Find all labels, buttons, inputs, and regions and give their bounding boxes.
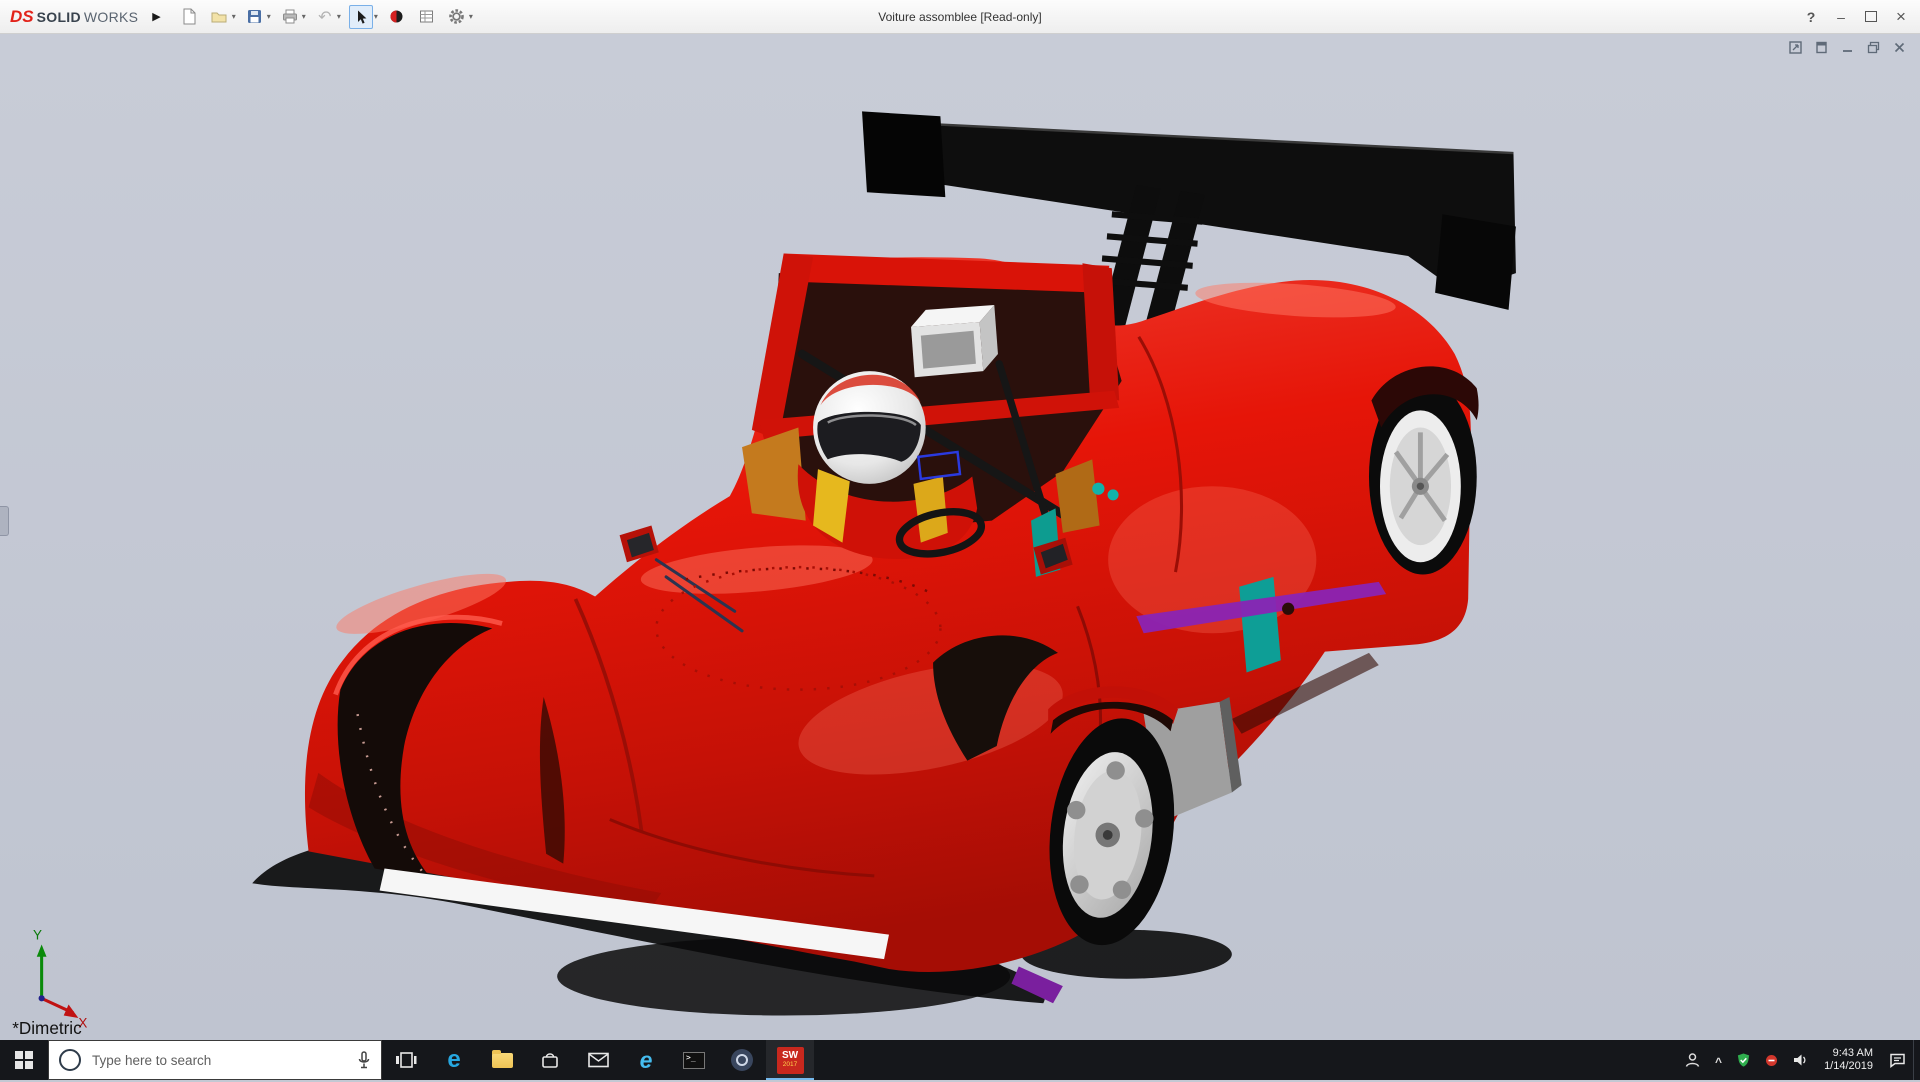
- internet-explorer-icon: e: [639, 1047, 653, 1073]
- pin-window-icon[interactable]: [1814, 40, 1828, 54]
- doc-close-icon[interactable]: [1892, 40, 1906, 54]
- maximize-icon: [1865, 11, 1877, 22]
- document-window-controls: [1788, 40, 1906, 54]
- panel-splitter-handle[interactable]: [0, 506, 9, 537]
- generic-app-icon: [731, 1049, 753, 1071]
- edge-icon: e: [447, 1046, 461, 1073]
- cortana-icon[interactable]: [59, 1049, 81, 1071]
- close-button[interactable]: ×: [1886, 4, 1916, 30]
- solidworks-logo: DS SOLID WORKS: [0, 7, 144, 27]
- open-document-tool[interactable]: ▾: [209, 6, 236, 28]
- taskbar-search-box[interactable]: [48, 1040, 382, 1080]
- save-floppy-icon[interactable]: [244, 6, 266, 28]
- select-dropdown-caret-icon[interactable]: ▾: [374, 12, 378, 21]
- mail-icon: [587, 1052, 609, 1068]
- teal-side-panel: [1239, 576, 1281, 673]
- document-title: Voiture assomblee [Read-only]: [878, 9, 1042, 24]
- sphere-tool[interactable]: [386, 6, 408, 28]
- show-desktop-button[interactable]: [1913, 1040, 1920, 1080]
- security-tray-button[interactable]: [1729, 1040, 1758, 1080]
- windows-taskbar: e e >_ SW 2017 ^ 9: [0, 1040, 1920, 1080]
- title-bar: DS SOLID WORKS ▶ ▾ ▾ ▾ ↶ ▾ ▾ ▾ Voiture a…: [0, 0, 1920, 34]
- open-dropdown-caret-icon[interactable]: ▾: [232, 12, 236, 21]
- action-center-icon: [1890, 1053, 1905, 1068]
- start-button[interactable]: [0, 1040, 48, 1080]
- edge-browser-button[interactable]: e: [430, 1040, 478, 1080]
- rear-right-wheel: [1368, 366, 1479, 575]
- maximize-button[interactable]: [1856, 4, 1886, 30]
- doc-minimize-icon[interactable]: [1840, 40, 1854, 54]
- save-dropdown-caret-icon[interactable]: ▾: [267, 12, 271, 21]
- action-center-button[interactable]: [1882, 1040, 1913, 1080]
- print-dropdown-caret-icon[interactable]: ▾: [302, 12, 306, 21]
- gear-icon[interactable]: [446, 6, 468, 28]
- solidworks-app-icon: SW 2017: [776, 1046, 804, 1074]
- undo-dropdown-caret-icon[interactable]: ▾: [337, 12, 341, 21]
- clock-time: 9:43 AM: [1832, 1046, 1873, 1059]
- doc-restore-icon[interactable]: [1866, 40, 1880, 54]
- file-explorer-icon: [491, 1049, 513, 1068]
- command-prompt-button[interactable]: >_: [670, 1040, 718, 1080]
- settings-dropdown-caret-icon[interactable]: ▾: [469, 12, 473, 21]
- internet-explorer-button[interactable]: e: [622, 1040, 670, 1080]
- brand-solid-text: SOLID: [36, 8, 81, 25]
- minimize-button[interactable]: –: [1826, 4, 1856, 30]
- view-orientation-label: *Dimetric: [12, 1018, 82, 1038]
- store-button[interactable]: [526, 1040, 574, 1080]
- window-controls: ? – ×: [1796, 4, 1920, 30]
- task-view-icon: [396, 1052, 417, 1068]
- select-cursor-icon[interactable]: [348, 4, 373, 29]
- new-window-icon[interactable]: [1788, 40, 1802, 54]
- mail-button[interactable]: [574, 1040, 622, 1080]
- sphere-icon[interactable]: [386, 6, 408, 28]
- ds-logo-mark: DS: [10, 6, 34, 26]
- brand-works-text: WORKS: [83, 8, 139, 25]
- search-input[interactable]: [90, 1051, 357, 1069]
- wing-right-endplate: [1435, 214, 1516, 310]
- solidworks-window: { "window": { "title": "Voiture assomble…: [0, 0, 1920, 1080]
- tray-expand-button[interactable]: ^: [1708, 1042, 1729, 1082]
- generic-app-button[interactable]: [718, 1040, 766, 1080]
- 3d-viewport-canvas[interactable]: Y X *Dimetric: [0, 33, 1920, 1040]
- people-button[interactable]: [1677, 1040, 1708, 1080]
- command-prompt-icon: >_: [683, 1051, 705, 1069]
- volume-button[interactable]: [1785, 1040, 1815, 1080]
- printer-icon[interactable]: [279, 6, 301, 28]
- task-view-button[interactable]: [382, 1040, 430, 1080]
- clock-date: 1/14/2019: [1824, 1060, 1873, 1072]
- windows-logo-icon: [15, 1051, 33, 1069]
- save-tool[interactable]: ▾: [244, 6, 271, 28]
- speaker-icon: [1794, 1054, 1806, 1066]
- microphone-icon[interactable]: [357, 1051, 371, 1069]
- system-tray: ^ 9:43 AM 1/14/2019: [1677, 1040, 1920, 1080]
- store-bag-icon: [542, 1053, 558, 1068]
- sheet-tool[interactable]: [416, 6, 438, 28]
- person-icon: [1685, 1053, 1700, 1067]
- intake-box: [911, 304, 998, 378]
- red-status-icon: [1766, 1054, 1778, 1066]
- sheet-grid-icon[interactable]: [416, 6, 438, 28]
- notification-tray-button[interactable]: [1758, 1040, 1785, 1080]
- help-button[interactable]: ?: [1796, 4, 1826, 30]
- print-tool[interactable]: ▾: [279, 6, 306, 28]
- settings-tool[interactable]: ▾: [446, 6, 473, 28]
- file-explorer-button[interactable]: [478, 1040, 526, 1080]
- shield-icon: [1737, 1053, 1750, 1067]
- fuel-cap: [1282, 602, 1295, 615]
- wing-left-endplate: [862, 111, 946, 198]
- menu-expand-arrow-icon[interactable]: ▶: [152, 10, 160, 23]
- taskbar-clock[interactable]: 9:43 AM 1/14/2019: [1815, 1047, 1882, 1074]
- new-document-icon[interactable]: [179, 6, 201, 28]
- new-document-tool[interactable]: [179, 6, 201, 28]
- graphics-area[interactable]: Y X *Dimetric: [0, 33, 1920, 1040]
- undo-icon[interactable]: ↶: [314, 6, 336, 28]
- solidworks-taskbar-button[interactable]: SW 2017: [766, 1040, 814, 1080]
- axis-y-label: Y: [33, 928, 42, 943]
- select-tool[interactable]: ▾: [348, 4, 378, 29]
- open-folder-icon[interactable]: [209, 6, 231, 28]
- undo-tool[interactable]: ↶ ▾: [314, 6, 341, 28]
